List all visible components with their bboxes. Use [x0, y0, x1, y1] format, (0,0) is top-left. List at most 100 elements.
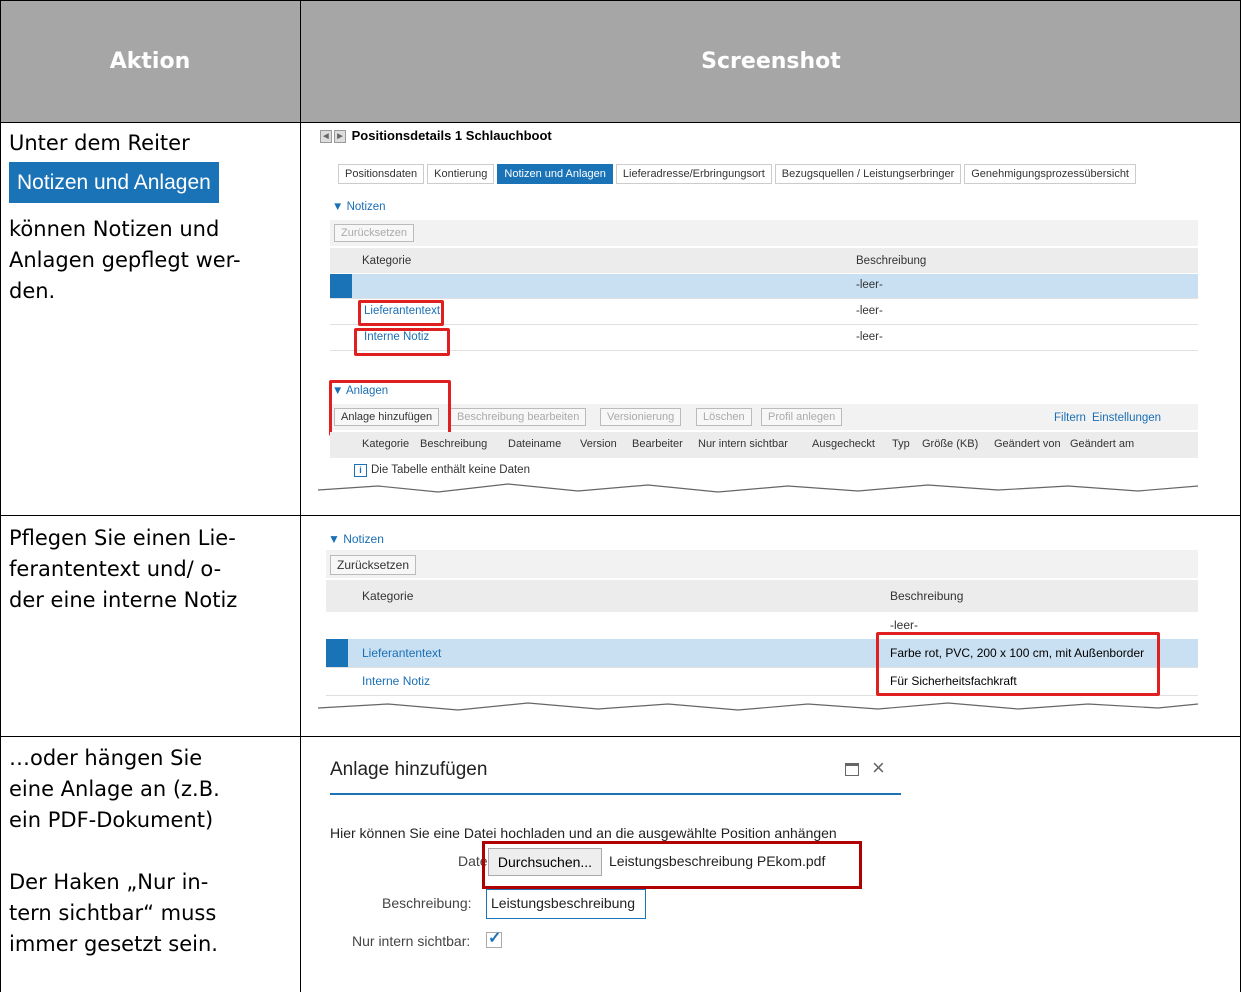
- notes-header-row: [326, 580, 1198, 612]
- tab-strip: Positionsdaten Kontierung Notizen und An…: [338, 164, 1139, 184]
- action-line: ferantentext und/ o-: [9, 557, 222, 581]
- notes-toggle-label: Notizen: [346, 201, 386, 213]
- tab-bezugsquellen[interactable]: Bezugsquellen / Leistungserbringer: [774, 164, 962, 184]
- row-kategorie-link[interactable]: Lieferantentext: [362, 646, 441, 660]
- instruction-table: Aktion Screenshot Unter dem Reiter Notiz…: [0, 0, 1241, 992]
- header-screenshot: Screenshot: [701, 48, 841, 74]
- dialog-title-underline: [330, 793, 901, 795]
- position-title: ◀ ▶ Positionsdetails 1 Schlauchboot: [320, 128, 552, 144]
- description-label: Beschreibung:: [382, 895, 472, 911]
- reset-button[interactable]: Zurücksetzen: [330, 555, 417, 575]
- tab-genehmigung[interactable]: Genehmigungsprozessübersicht: [964, 164, 1136, 184]
- row-selector[interactable]: [330, 274, 352, 298]
- action-line: immer gesetzt sein.: [9, 932, 218, 956]
- attach-col: Geändert am: [1070, 438, 1135, 450]
- action-line: …oder hängen Sie: [9, 746, 203, 770]
- action-line: den.: [9, 279, 56, 303]
- tab-lieferadresse[interactable]: Lieferadresse/Erbringungsort: [615, 164, 772, 184]
- settings-link[interactable]: Einstellungen: [1092, 412, 1161, 424]
- attach-col: Ausgecheckt: [812, 438, 875, 450]
- col-beschreibung: Beschreibung: [890, 589, 964, 603]
- notes-toolbar: [326, 550, 1198, 578]
- tab-positionsdaten[interactable]: Positionsdaten: [338, 164, 425, 184]
- tab-notizen-anlagen[interactable]: Notizen und Anlagen: [497, 164, 613, 184]
- attach-col: Dateiname: [508, 438, 562, 450]
- table-row[interactable]: -leer-: [330, 274, 1198, 299]
- attach-col: Größe (KB): [922, 438, 979, 450]
- highlight-box: [482, 841, 862, 889]
- action-line: tern sichtbar“ muss: [9, 901, 217, 925]
- notes-header-row: [330, 248, 1198, 273]
- action-line: Der Haken „Nur in-: [9, 870, 209, 894]
- create-profile-button[interactable]: Profil anlegen: [761, 408, 843, 426]
- filter-link[interactable]: Filtern: [1054, 412, 1086, 424]
- highlight-box: [358, 300, 444, 326]
- row-beschreibung: -leer-: [890, 618, 919, 632]
- screenshot-positionsdetails: ◀ ▶ Positionsdetails 1 Schlauchboot Posit…: [318, 124, 1198, 496]
- action-line: ein PDF-Dokument): [9, 808, 214, 832]
- col-kategorie: Kategorie: [362, 255, 412, 267]
- action-line: eine Anlage an (z.B.: [9, 777, 220, 801]
- action-line: [9, 836, 294, 867]
- action-line: Anlagen gepflegt wer-: [9, 248, 241, 272]
- edit-description-button[interactable]: Beschreibung bearbeiten: [450, 408, 587, 426]
- tab-chip-image: Notizen und Anlagen: [9, 159, 294, 206]
- table-row[interactable]: Interne Notiz -leer-: [330, 326, 1198, 351]
- action-text-row1: Unter dem Reiter Notizen und Anlagen kön…: [9, 128, 294, 307]
- torn-edge: [318, 483, 1198, 496]
- attach-col: Beschreibung: [420, 438, 488, 450]
- header-aktion: Aktion: [109, 48, 191, 74]
- row-beschreibung: -leer-: [856, 331, 883, 343]
- action-line: Unter dem Reiter: [9, 131, 190, 155]
- highlight-box: [329, 380, 451, 436]
- attach-columns: Kategorie Beschreibung Dateiname Version…: [362, 438, 1140, 450]
- close-icon[interactable]: ×: [872, 755, 885, 781]
- reset-button[interactable]: Zurücksetzen: [334, 224, 415, 242]
- table-border: [0, 0, 1, 992]
- row-beschreibung: -leer-: [856, 305, 883, 317]
- add-attachment-dialog: Anlage hinzufügen × Hier können Sie eine…: [318, 737, 908, 992]
- internal-checkbox[interactable]: ✓: [486, 930, 502, 948]
- attach-col: Bearbeiter: [632, 438, 683, 450]
- notes-toggle-label: Notizen: [343, 532, 384, 546]
- attach-col: Typ: [892, 438, 910, 450]
- notes-toggle[interactable]: ▼ Notizen: [332, 201, 386, 213]
- action-line: der eine interne Notiz: [9, 588, 238, 612]
- row-beschreibung: -leer-: [856, 279, 883, 291]
- table-row[interactable]: Lieferantentext -leer-: [330, 300, 1198, 325]
- attach-col: Version: [580, 438, 617, 450]
- dialog-intro: Hier können Sie eine Datei hochladen und…: [330, 825, 837, 841]
- tab-kontierung[interactable]: Kontierung: [427, 164, 495, 184]
- internal-label: Nur intern sichtbar:: [352, 933, 471, 949]
- row-kategorie-link[interactable]: Interne Notiz: [362, 674, 430, 688]
- screenshot-notizen: ▼ Notizen Zurücksetzen Kategorie Beschre…: [318, 528, 1198, 720]
- torn-edge: [318, 702, 1198, 720]
- versioning-button[interactable]: Versionierung: [600, 408, 682, 426]
- maximize-icon[interactable]: [845, 763, 859, 776]
- position-title-text: Positionsdetails 1 Schlauchboot: [351, 128, 552, 143]
- column-divider: [300, 0, 301, 992]
- action-line: können Notizen und: [9, 217, 220, 241]
- col-beschreibung: Beschreibung: [856, 255, 927, 267]
- row-divider: [0, 122, 1241, 123]
- col-kategorie: Kategorie: [362, 589, 414, 603]
- row-selector[interactable]: [326, 639, 348, 667]
- tab-chip: Notizen und Anlagen: [9, 162, 219, 203]
- header-cell-aktion: Aktion: [0, 0, 300, 123]
- notes-toolbar: [330, 220, 1198, 246]
- checkmark-icon: ✓: [488, 930, 502, 947]
- header-cell-screenshot: Screenshot: [301, 0, 1241, 123]
- row-divider: [0, 515, 1241, 516]
- delete-button[interactable]: Löschen: [696, 408, 752, 426]
- attach-col: Geändert von: [994, 438, 1061, 450]
- action-text-row3: …oder hängen Sie eine Anlage an (z.B. ei…: [9, 743, 294, 960]
- action-line: Pflegen Sie einen Lie-: [9, 526, 236, 550]
- highlight-box: [354, 328, 450, 356]
- highlight-box: [876, 632, 1160, 696]
- notes-toggle[interactable]: ▼ Notizen: [328, 532, 384, 546]
- dialog-title: Anlage hinzufügen: [330, 759, 488, 780]
- description-input[interactable]: Leistungsbeschreibung: [486, 889, 646, 919]
- next-icon[interactable]: ▶: [334, 130, 346, 144]
- attach-col: Nur intern sichtbar: [698, 438, 788, 450]
- prev-icon[interactable]: ◀: [320, 130, 332, 144]
